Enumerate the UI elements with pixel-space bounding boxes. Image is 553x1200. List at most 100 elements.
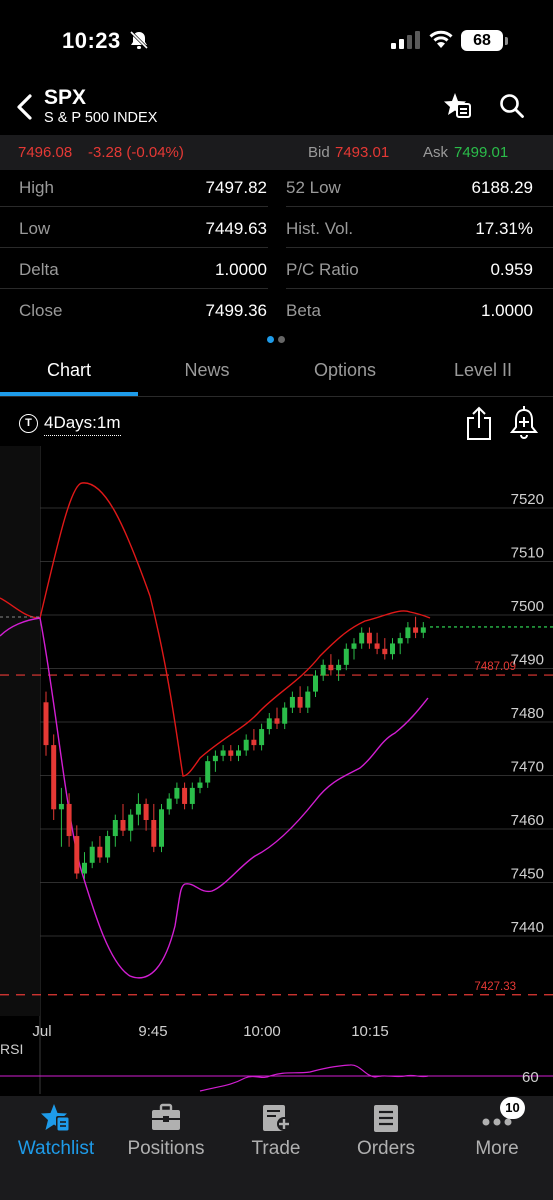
x-tick-label: 10:00	[243, 1023, 281, 1040]
nav-more[interactable]: More	[442, 1096, 552, 1176]
candle-body	[366, 632, 372, 644]
battery-indicator: 68	[461, 30, 503, 51]
tab-divider	[0, 396, 553, 397]
candle-body	[420, 627, 426, 633]
status-bar: 10:23 68	[0, 0, 553, 80]
candle-body	[120, 820, 126, 831]
nav-label: Watchlist	[17, 1138, 95, 1159]
candle-body	[405, 627, 411, 639]
premarket-shade	[0, 446, 40, 1016]
candle-body	[166, 798, 172, 810]
candle-body	[143, 803, 149, 820]
ask-label: Ask	[423, 144, 449, 161]
candle-body	[97, 846, 103, 858]
stat-row: Delta 1.0000 P/C Ratio 0.959	[0, 252, 553, 293]
bid-price: 7493.01	[335, 144, 390, 161]
candle-body	[382, 648, 388, 655]
candle-body	[66, 803, 72, 837]
candle-body	[289, 696, 295, 708]
candle-body	[297, 696, 303, 708]
last-price: 7496.08	[18, 144, 73, 161]
tab-chart[interactable]: Chart	[0, 360, 138, 381]
candle-body	[374, 643, 380, 649]
stat-value: 1.0000	[215, 260, 267, 279]
candle-body	[82, 862, 87, 874]
y-tick-label: 7440	[511, 919, 544, 936]
wifi-icon	[429, 30, 453, 48]
candle-body	[236, 750, 241, 756]
candle-body	[282, 707, 288, 724]
candle-body	[182, 787, 188, 804]
candle-body	[212, 755, 218, 762]
reference-line-label: 7427.33	[474, 981, 516, 993]
row-divider	[286, 247, 553, 248]
stat-value: 7497.82	[205, 178, 267, 197]
page-dot	[278, 336, 285, 343]
upper-bollinger-band	[0, 482, 431, 777]
tab-options[interactable]: Options	[276, 360, 414, 381]
briefcase-icon	[152, 1103, 180, 1130]
search-icon[interactable]	[499, 93, 525, 119]
stat-row: Low 7449.63 Hist. Vol. 17.31%	[0, 211, 553, 252]
watchlist-star-icon	[41, 1104, 70, 1132]
notification-badge: 10	[500, 1097, 525, 1119]
candle-body	[58, 803, 64, 810]
candle-body	[189, 787, 195, 804]
row-divider	[0, 247, 268, 248]
x-tick-label: 9:45	[138, 1023, 167, 1040]
bottom-nav: Watchlist Positions Trade Orders More	[0, 1096, 553, 1200]
trade-ticket-icon	[263, 1105, 291, 1131]
candle-body	[343, 648, 349, 665]
candle-body	[251, 739, 257, 746]
stat-value: 17.31%	[475, 219, 533, 238]
tab-bar: Chart News Options Level II	[0, 352, 553, 396]
cellular-signal-icon	[391, 31, 420, 49]
lower-bollinger-band	[0, 617, 429, 979]
y-tick-label: 7510	[511, 545, 544, 562]
candles	[43, 616, 426, 879]
stat-value: 0.959	[490, 260, 533, 279]
indicator-label: RSI	[0, 1041, 23, 1057]
candle-body	[105, 836, 111, 858]
price-alert-icon[interactable]	[510, 405, 538, 441]
candle-body	[197, 782, 203, 788]
y-tick-label: 7500	[511, 598, 544, 615]
nav-orders[interactable]: Orders	[331, 1096, 441, 1176]
nav-trade[interactable]: Trade	[221, 1096, 331, 1176]
timeframe-selector[interactable]: 4Days:1m	[44, 413, 121, 436]
symbol-name: S & P 500 INDEX	[44, 110, 158, 126]
page-dot-active	[267, 336, 274, 343]
candle-body	[351, 643, 357, 649]
ask-price: 7499.01	[454, 144, 509, 161]
nav-positions[interactable]: Positions	[111, 1096, 221, 1176]
tab-news[interactable]: News	[138, 360, 276, 381]
page-indicator[interactable]	[267, 330, 289, 348]
candle-body	[128, 814, 134, 831]
share-icon[interactable]	[465, 405, 493, 441]
candle-body	[397, 638, 403, 644]
tab-level-ii[interactable]: Level II	[414, 360, 552, 381]
stat-value: 7449.63	[205, 219, 267, 238]
x-tick-label: Jul	[32, 1023, 51, 1040]
price-chart[interactable]: 7487.097427.33 7520751075007490748074707…	[0, 446, 553, 1096]
nav-watchlist[interactable]: Watchlist	[1, 1096, 111, 1176]
candle-body	[243, 739, 249, 751]
candle-body	[359, 632, 365, 644]
timeframe-icon[interactable]: T	[19, 414, 38, 433]
watchlist-add-icon[interactable]	[443, 92, 473, 120]
candle-body	[274, 718, 280, 724]
candle-body	[228, 750, 234, 756]
nav-label: Positions	[127, 1138, 205, 1159]
candle-body	[313, 675, 318, 692]
stat-label: Beta	[286, 301, 321, 320]
stat-row: High 7497.82 52 Low 6188.29	[0, 170, 553, 211]
candle-body	[305, 691, 311, 708]
row-divider	[0, 206, 268, 207]
candle-body	[135, 803, 141, 815]
candle-body	[112, 820, 118, 837]
stat-label: Hist. Vol.	[286, 219, 354, 238]
stat-label: Delta	[19, 260, 59, 279]
status-time: 10:23	[62, 28, 121, 53]
stat-row: Close 7499.36 Beta 1.0000	[0, 293, 553, 334]
back-chevron-icon[interactable]	[16, 94, 34, 120]
